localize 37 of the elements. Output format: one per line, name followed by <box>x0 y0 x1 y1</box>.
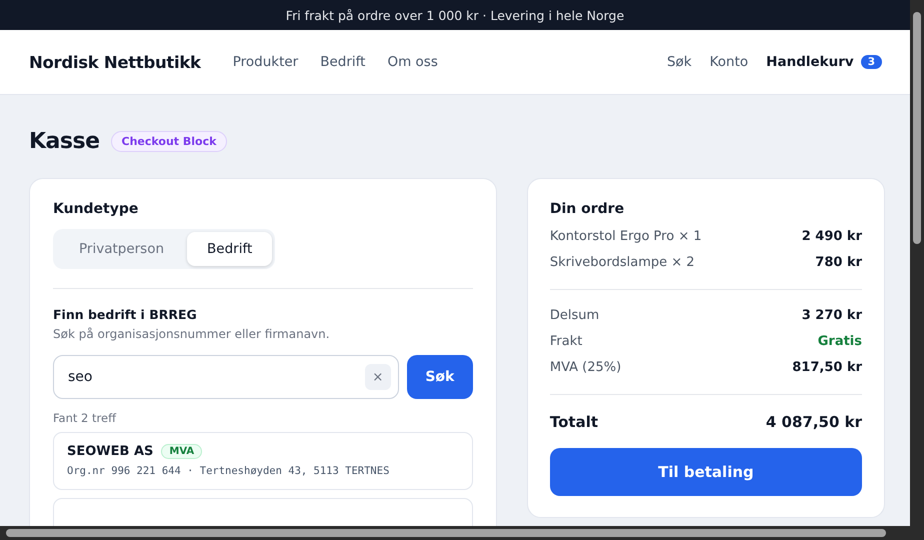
company-name: SEOWEB AS <box>67 444 154 459</box>
block-tag: Checkout Block <box>110 131 228 152</box>
cart-count-badge: 3 <box>860 55 882 69</box>
line-amount: 3 270 kr <box>802 308 862 323</box>
line-label: Delsum <box>550 308 600 323</box>
line-label: MVA (25%) <box>550 360 622 375</box>
company-details: Org.nr 996 221 644 · Tertneshøyden 43, 5113 TERTNES <box>67 465 390 477</box>
line-label: Skrivebordslampe × 2 <box>550 255 695 270</box>
announcement-bar: Fri frakt på ordre over 1 000 kr · Levering i hele Norge <box>0 0 910 30</box>
section-heading: Din ordre <box>550 201 626 217</box>
line-amount: Gratis <box>818 334 862 349</box>
nav-link[interactable]: Produkter <box>232 54 298 70</box>
cart-link[interactable]: Handlekurv 3 <box>766 54 882 70</box>
line-amount: 817,50 kr <box>792 360 862 375</box>
vat-tag: MVA <box>161 444 202 459</box>
nav-link[interactable]: Om oss <box>387 54 438 70</box>
lookup-hint: Søk på organisasjonsnummer eller firmanavn. <box>53 327 331 341</box>
line-label: Frakt <box>550 334 582 349</box>
segment-tab[interactable]: Bedrift <box>187 232 272 266</box>
search-button[interactable]: Søk <box>406 355 473 399</box>
line-amount: 2 490 kr <box>802 229 862 244</box>
line-label: Kontorstol Ergo Pro × 1 <box>550 229 702 244</box>
segment-tab[interactable]: Privatperson <box>56 232 188 266</box>
section-heading: Kundetype <box>53 201 140 217</box>
lookup-heading: Finn bedrift i BRREG <box>53 307 198 322</box>
clear-button[interactable]: × <box>364 364 391 390</box>
header-link[interactable]: Søk <box>666 54 692 70</box>
result-card[interactable]: SEOWEB AS MVA Org.nr 996 221 644 · Tertneshøyden 43, 5113 TERTNES <box>53 432 473 490</box>
page-title: Kasse <box>29 129 100 154</box>
nav-link[interactable]: Bedrift <box>320 54 366 70</box>
site-logo[interactable]: Nordisk Nettbutikk <box>29 52 201 72</box>
checkout-button[interactable]: Til betaling <box>550 448 862 496</box>
result-count: Fant 2 treff <box>53 411 118 425</box>
total-label: Totalt <box>550 413 598 431</box>
total-amount: 4 087,50 kr <box>766 413 862 431</box>
header-link[interactable]: Konto <box>710 54 748 70</box>
line-amount: 780 kr <box>815 255 862 270</box>
